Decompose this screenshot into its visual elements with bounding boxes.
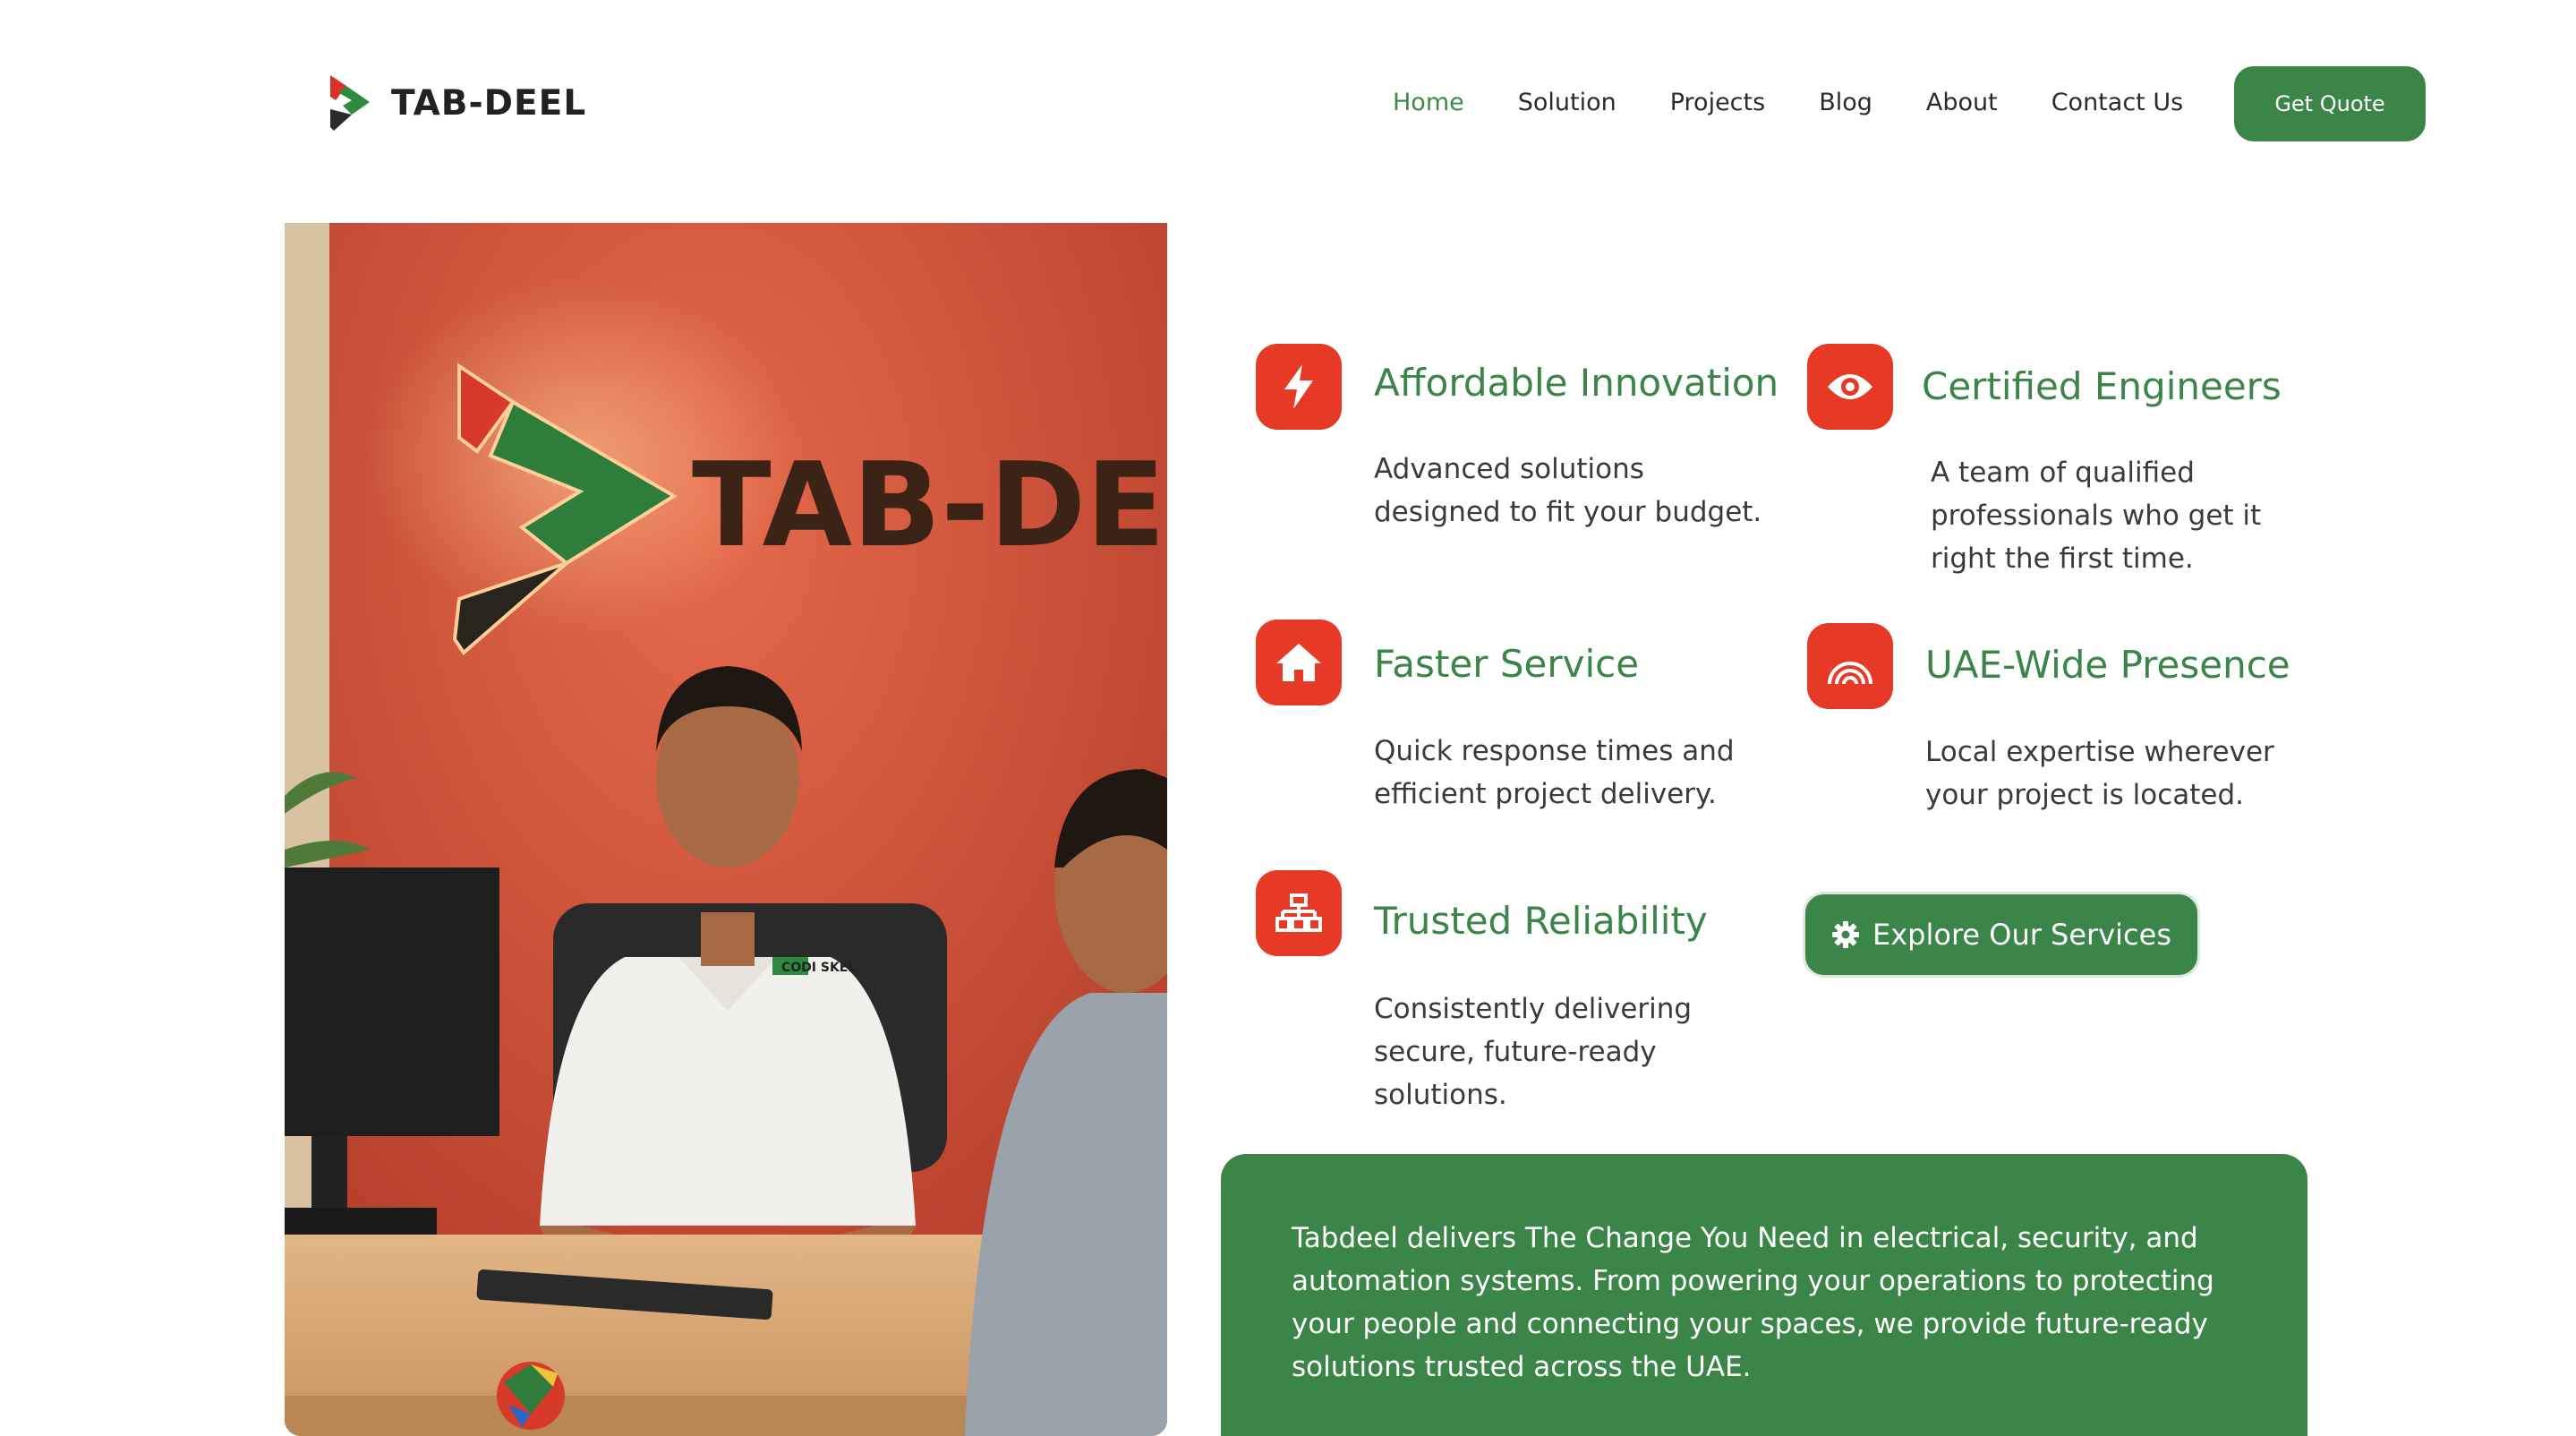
logo-mark-icon: [330, 75, 370, 131]
get-quote-button[interactable]: Get Quote: [2234, 66, 2426, 141]
feature-title: UAE-Wide Presence: [1925, 643, 2290, 687]
feature-description: Quick response times and efficient proje…: [1374, 735, 1735, 810]
nav-about[interactable]: About: [1926, 82, 1998, 124]
feature-title: Affordable Innovation: [1374, 361, 1779, 405]
photo-illustration: TAB-DEEL CODI SKEL: [285, 223, 1167, 1436]
feature-title: Trusted Reliability: [1374, 899, 1708, 943]
brand-name: TAB-DEEL: [391, 82, 587, 124]
eye-icon: [1807, 344, 1893, 430]
network-icon: [1256, 870, 1342, 956]
brand-logo[interactable]: TAB-DEEL: [327, 73, 586, 132]
feature-description: A team of qualified professionals who ge…: [1931, 457, 2262, 575]
nav-contact-us[interactable]: Contact Us: [2051, 82, 2183, 124]
feature-title: Certified Engineers: [1922, 364, 2282, 408]
shirt-logo-text: CODI SKEL: [781, 961, 856, 975]
nav-solution[interactable]: Solution: [1518, 82, 1616, 124]
signal-arcs-icon: [1807, 623, 1893, 709]
nav-home[interactable]: Home: [1393, 82, 1464, 124]
feature-description: Local expertise wherever your project is…: [1925, 736, 2274, 811]
home-icon: [1256, 620, 1342, 705]
main-nav: Home Solution Projects Blog About Contac…: [1393, 82, 2237, 124]
nav-blog[interactable]: Blog: [1819, 82, 1872, 124]
wall-sign-text: TAB-DEEL: [692, 437, 1167, 573]
summary-panel: Tabdeel delivers The Change You Need in …: [1221, 1154, 2307, 1436]
feature-description: Advanced solutions designed to fit your …: [1374, 453, 1762, 528]
nav-projects[interactable]: Projects: [1670, 82, 1765, 124]
explore-services-button[interactable]: Explore Our Services: [1803, 892, 2200, 978]
bolt-icon: [1256, 344, 1342, 430]
explore-services-label: Explore Our Services: [1872, 918, 2171, 952]
summary-text: Tabdeel delivers The Change You Need in …: [1292, 1222, 2214, 1383]
feature-description: Consistently delivering secure, future-r…: [1374, 993, 1693, 1111]
office-reception-photo: TAB-DEEL CODI SKEL: [285, 223, 1167, 1436]
feature-title: Faster Service: [1374, 642, 1640, 686]
gear-icon: [1832, 921, 1859, 948]
